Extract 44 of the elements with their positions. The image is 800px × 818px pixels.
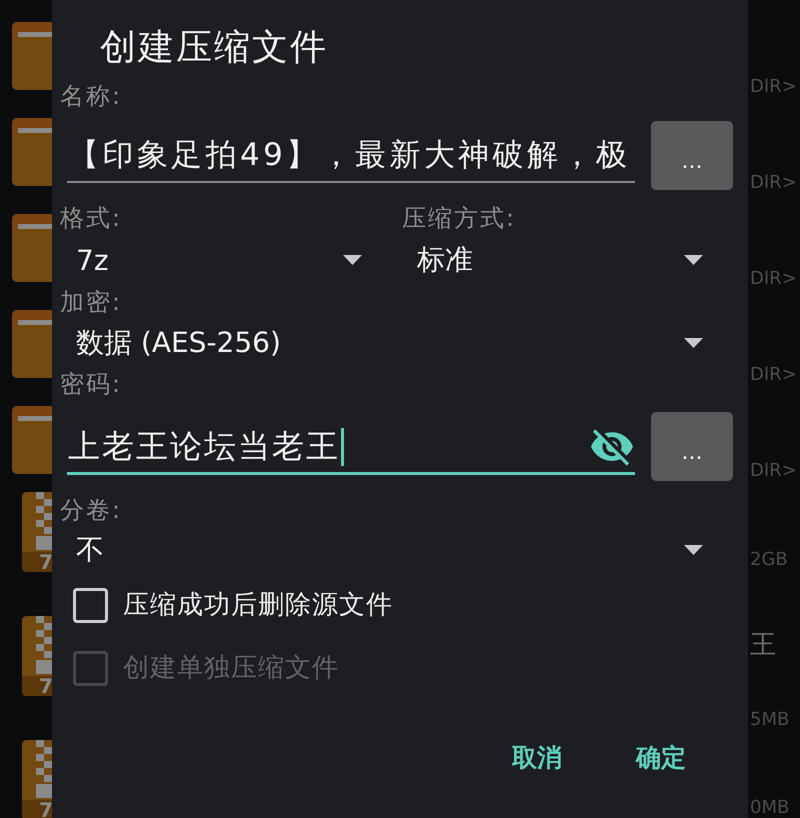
checkbox-label[interactable]: 压缩成功后删除源文件 (123, 589, 393, 621)
dialog-title: 创建压缩文件 (100, 26, 328, 70)
file-size-text: DIR> (750, 461, 797, 481)
format-dropdown[interactable]: 7z (60, 239, 362, 281)
field-label: 分卷: (60, 495, 122, 525)
caret-icon (343, 255, 362, 265)
file-size-text: DIR> (750, 269, 797, 289)
text-cursor (341, 428, 344, 466)
archive-icon (22, 492, 52, 572)
folder-icon (12, 310, 52, 378)
archive-label: 7 (39, 798, 52, 818)
field-label: 加密: (60, 287, 122, 317)
folder-icon (12, 214, 52, 282)
file-size-text: 0MB (750, 798, 790, 818)
field-label: 格式: (60, 203, 122, 233)
folder-icon (12, 22, 52, 90)
split-dropdown[interactable]: 不 (60, 529, 703, 571)
archive-icon (22, 616, 52, 696)
file-name-text: 王 (750, 630, 776, 660)
caret-icon (684, 545, 703, 555)
archive-icon (22, 740, 52, 818)
browse-button[interactable]: ... (651, 121, 733, 190)
file-size-text: DIR> (750, 365, 797, 385)
field-label: 名称: (60, 81, 122, 111)
archive-label: 7 (39, 550, 52, 572)
file-size-text: DIR> (750, 77, 797, 97)
folder-icon (12, 118, 52, 186)
caret-icon (684, 338, 703, 348)
encryption-dropdown[interactable]: 数据 (AES-256) (60, 322, 703, 364)
eye-slash-icon[interactable] (591, 428, 633, 466)
field-label: 压缩方式: (402, 203, 516, 233)
file-size-text: DIR> (750, 173, 797, 193)
file-size-text: 5MB (750, 710, 790, 730)
browse-button[interactable]: ... (651, 412, 733, 481)
confirm-button[interactable]: 确定 (628, 734, 694, 782)
folder-icon (12, 406, 52, 474)
caret-icon (684, 255, 703, 265)
field-label: 密码: (60, 369, 122, 399)
archive-label: 7 (39, 674, 52, 696)
cancel-button[interactable]: 取消 (504, 734, 570, 782)
password-field[interactable]: 上老王论坛当老王 (67, 412, 635, 475)
compression-dropdown[interactable]: 标准 (402, 239, 703, 281)
name-field[interactable]: 【印象足拍49】，最新大神破解，极 (67, 121, 635, 183)
file-size-text: 2GB (750, 550, 788, 570)
